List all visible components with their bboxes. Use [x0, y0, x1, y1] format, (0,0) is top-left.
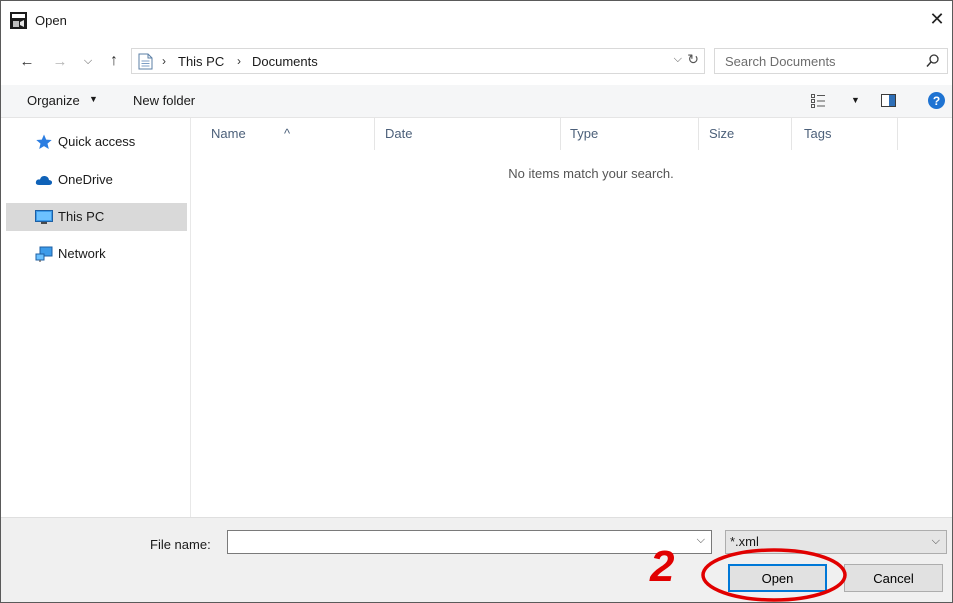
file-name-label: File name: [150, 537, 211, 552]
computer-icon [35, 210, 53, 224]
column-header-size[interactable]: Size [699, 118, 792, 150]
address-dropdown-icon[interactable]: ⌵ [674, 53, 682, 66]
empty-state-message: No items match your search. [508, 166, 674, 181]
command-bar: Organize ▼ New folder ▼ ? [1, 85, 952, 118]
navigation-pane: Quick access OneDrive This PC Network [1, 118, 191, 517]
sidebar-item-this-pc[interactable]: This PC [6, 203, 187, 231]
column-header-label: Tags [804, 126, 832, 141]
file-type-select[interactable]: *.xml ⌵ [725, 530, 947, 554]
file-name-input[interactable] [228, 531, 696, 553]
address-bar[interactable]: › This PC › Documents ⌵ ↻ [131, 48, 705, 74]
file-list[interactable]: Name ^ Date Type Size Tags No items matc… [191, 118, 952, 517]
app-icon [10, 12, 27, 29]
chevron-down-icon[interactable]: ⌵ [697, 534, 705, 547]
forward-button[interactable]: → [51, 51, 69, 71]
sidebar-item-label: This PC [58, 209, 105, 224]
cloud-icon [35, 175, 53, 185]
sidebar-item-onedrive[interactable]: OneDrive [6, 166, 187, 194]
column-header-label: Date [385, 126, 413, 141]
title-bar: Open ✕ [1, 1, 952, 41]
up-button[interactable]: ↑ [105, 51, 123, 71]
close-icon: ✕ [929, 8, 945, 29]
new-folder-button[interactable]: New folder [133, 93, 195, 108]
column-header-date[interactable]: Date [375, 118, 561, 150]
search-box [714, 48, 948, 74]
sidebar-item-network[interactable]: Network [6, 240, 187, 268]
open-file-dialog: Open ✕ ← → ⌵ ↑ › This PC › Documents ⌵ ↻ [0, 0, 953, 603]
file-name-combobox: ⌵ [227, 530, 712, 554]
organize-button[interactable]: Organize [27, 93, 80, 108]
column-header-label: Type [570, 126, 599, 141]
breadcrumb-separator: › [237, 54, 241, 68]
sort-ascending-icon: ^ [284, 126, 291, 141]
breadcrumb-separator: › [162, 54, 166, 68]
column-header-label: Size [709, 126, 735, 141]
open-button[interactable]: Open [728, 564, 827, 592]
dialog-footer: File name: ⌵ *.xml ⌵ Open Cancel [1, 517, 952, 602]
sidebar-item-quick-access[interactable]: Quick access [6, 128, 187, 156]
breadcrumb-this-pc[interactable]: This PC [178, 54, 224, 69]
sidebar-item-label: OneDrive [58, 172, 113, 187]
close-button[interactable]: ✕ [922, 5, 952, 33]
help-icon[interactable]: ? [928, 92, 945, 109]
view-options-icon[interactable] [811, 94, 825, 108]
cancel-button[interactable]: Cancel [844, 564, 943, 592]
back-button[interactable]: ← [18, 51, 36, 71]
network-icon [35, 246, 53, 262]
breadcrumb-documents[interactable]: Documents [252, 54, 318, 69]
search-icon[interactable] [926, 54, 939, 68]
file-type-value: *.xml [730, 534, 759, 549]
navigation-row: ← → ⌵ ↑ › This PC › Documents ⌵ ↻ [1, 45, 952, 77]
preview-pane-icon[interactable] [881, 94, 896, 107]
chevron-down-icon[interactable]: ▼ [89, 94, 98, 104]
column-header-type[interactable]: Type [561, 118, 699, 150]
column-header-tags[interactable]: Tags [792, 118, 898, 150]
documents-icon [138, 53, 153, 70]
column-header-name[interactable]: Name ^ [191, 118, 375, 150]
refresh-icon[interactable]: ↻ [687, 51, 699, 68]
search-input[interactable] [715, 49, 925, 73]
sidebar-item-label: Network [58, 246, 106, 261]
star-icon [36, 134, 52, 149]
chevron-down-icon: ⌵ [931, 535, 940, 547]
column-header-label: Name [211, 126, 246, 141]
sidebar-item-label: Quick access [58, 134, 136, 149]
step-number-annotation: 2 [650, 542, 675, 591]
recent-locations-button[interactable]: ⌵ [79, 51, 97, 71]
chevron-down-icon[interactable]: ▼ [851, 95, 860, 105]
window-title: Open [35, 13, 67, 28]
